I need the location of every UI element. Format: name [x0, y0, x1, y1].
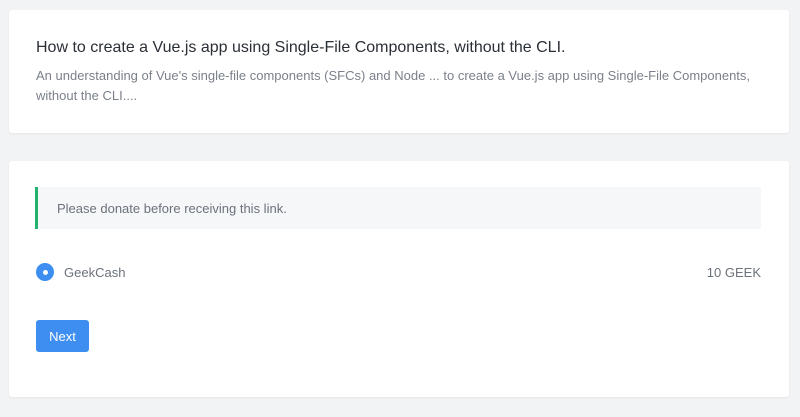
donation-card: Please donate before receiving this link… — [9, 161, 789, 397]
radio-dot — [42, 269, 48, 275]
radio-selected-icon[interactable] — [36, 263, 54, 281]
article-description: An understanding of Vue's single-file co… — [36, 68, 751, 103]
next-button[interactable]: Next — [36, 320, 89, 352]
payment-option-geekcash[interactable]: GeekCash 10 GEEK — [36, 262, 761, 282]
donation-notice-text: Please donate before receiving this link… — [57, 200, 287, 216]
payment-option-label: GeekCash — [64, 264, 126, 280]
payment-option-amount: 10 GEEK — [706, 264, 761, 280]
article-title: How to create a Vue.js app using Single-… — [36, 39, 566, 56]
donation-notice: Please donate before receiving this link… — [35, 187, 761, 229]
article-card: How to create a Vue.js app using Single-… — [9, 10, 789, 133]
